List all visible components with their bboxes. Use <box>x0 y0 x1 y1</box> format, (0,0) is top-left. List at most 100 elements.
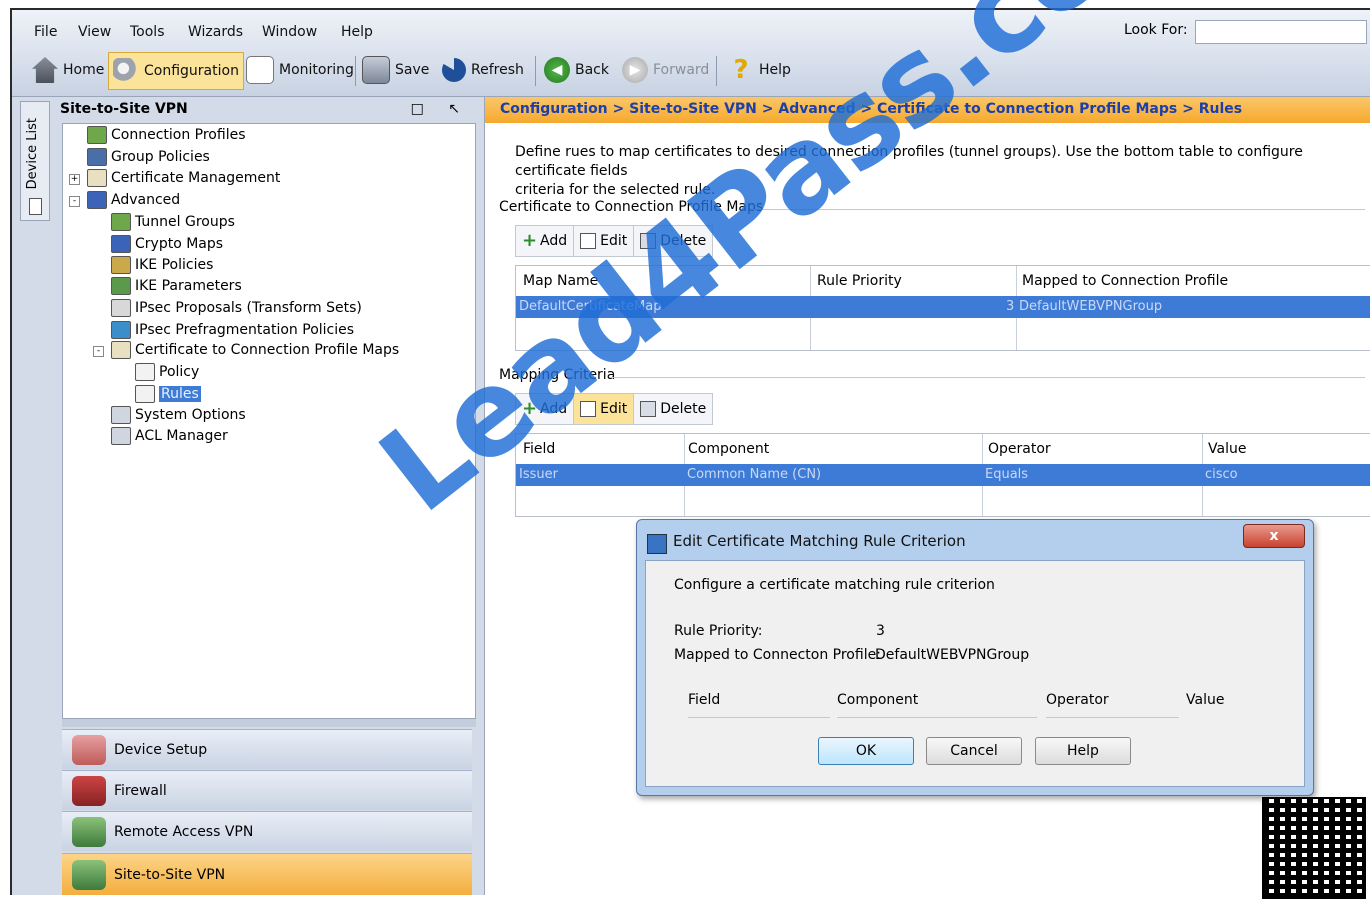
trash-icon <box>640 401 657 417</box>
menu-help[interactable]: Help <box>341 24 373 40</box>
tree-item-ipsec-prefragmentation[interactable]: IPsec Prefragmentation Policies <box>111 321 354 339</box>
menu-file[interactable]: File <box>34 24 57 40</box>
column-header[interactable]: Component <box>688 441 769 457</box>
collapse-icon[interactable]: - <box>93 346 104 357</box>
tree-item-advanced[interactable]: Advanced <box>87 191 180 209</box>
mapped-profile-value: DefaultWEBVPNGroup <box>875 647 1030 663</box>
tree-item-ipsec-proposals[interactable]: IPsec Proposals (Transform Sets) <box>111 299 362 317</box>
criteria-section-title: Mapping Criteria <box>499 367 616 383</box>
mapped-profile-label: Mapped to Connecton Profile: <box>674 647 881 663</box>
tree-item-group-policies[interactable]: Group Policies <box>87 148 210 166</box>
help-icon: ? <box>733 55 749 85</box>
nav-button-label: Device Setup <box>114 741 208 758</box>
tree-item-label: Tunnel Groups <box>135 214 235 230</box>
field-column-label: Field <box>688 692 721 708</box>
site-to-site-vpn-icon <box>72 859 106 890</box>
back-label: Back <box>575 62 609 78</box>
ipsec-proposal-icon <box>111 299 131 317</box>
panel-splitter[interactable] <box>62 719 476 727</box>
monitoring-button[interactable]: Monitoring <box>242 52 358 88</box>
criteria-edit-button[interactable]: Edit <box>574 394 635 424</box>
menu-bar: File View Tools Wizards Window Help Look… <box>12 10 1370 46</box>
tree-item-connection-profiles[interactable]: Connection Profiles <box>87 126 246 144</box>
column-header[interactable]: Rule Priority <box>817 273 902 289</box>
nav-button-site-to-site-vpn[interactable]: Site-to-Site VPN <box>62 853 472 895</box>
tree-item-tunnel-groups[interactable]: Tunnel Groups <box>111 213 235 231</box>
tree-item-label: Crypto Maps <box>135 236 224 252</box>
menu-view[interactable]: View <box>78 24 111 40</box>
column-header[interactable]: Field <box>523 441 555 457</box>
tree-item-label: ACL Manager <box>135 428 228 444</box>
rule-priority-label: Rule Priority: <box>674 623 763 639</box>
breadcrumb[interactable]: Configuration > Site-to-Site VPN > Advan… <box>500 101 1242 117</box>
table-row[interactable]: DefaultCertificateMap 3 DefaultWEBVPNGro… <box>516 296 1370 318</box>
value-column-label: Value <box>1186 692 1225 708</box>
maps-edit-button[interactable]: Edit <box>574 226 635 256</box>
refresh-button[interactable]: Refresh <box>438 52 528 88</box>
tree-item-ike-policies[interactable]: IKE Policies <box>111 256 213 274</box>
tree-item-label: Advanced <box>111 192 181 208</box>
expand-icon[interactable]: + <box>69 174 80 185</box>
nav-button-device-setup[interactable]: Device Setup <box>62 729 472 769</box>
operator-column-label: Operator <box>1046 692 1109 708</box>
device-setup-icon <box>72 734 106 765</box>
close-button[interactable]: x <box>1243 524 1305 548</box>
gears-icon <box>113 58 139 84</box>
help-dialog-button[interactable]: Help <box>1035 737 1131 765</box>
column-header[interactable]: Map Name <box>523 273 598 289</box>
tree-item-crypto-maps[interactable]: Crypto Maps <box>111 235 223 253</box>
tree-item-certificate-management[interactable]: Certificate Management <box>87 169 280 187</box>
key-icon <box>111 256 131 274</box>
nav-button-firewall[interactable]: Firewall <box>62 770 472 810</box>
nav-button-remote-access-vpn[interactable]: Remote Access VPN <box>62 811 472 851</box>
policy-icon <box>135 363 155 381</box>
nav-button-label: Site-to-Site VPN <box>114 866 226 883</box>
column-header[interactable]: Operator <box>988 441 1051 457</box>
forward-button[interactable]: ▶ Forward <box>618 52 713 88</box>
maps-delete-button[interactable]: Delete <box>634 226 712 256</box>
tunnel-group-icon <box>111 213 131 231</box>
tree-item-label: Group Policies <box>111 149 210 165</box>
description-line: Define rues to map certificates to desir… <box>515 144 1303 179</box>
tree-item-system-options[interactable]: System Options <box>111 406 246 424</box>
button-label: Edit <box>600 233 628 249</box>
ok-button[interactable]: OK <box>818 737 914 765</box>
column-header[interactable]: Value <box>1208 441 1246 457</box>
profile-icon <box>87 126 107 144</box>
section-divider <box>753 209 1365 210</box>
cell-operator: Equals <box>985 467 1029 482</box>
collapse-icon[interactable]: - <box>69 196 80 207</box>
tree-item-policy[interactable]: Policy <box>135 363 199 381</box>
page-description: Define rues to map certificates to desir… <box>515 143 1365 200</box>
crypto-map-icon <box>111 235 131 253</box>
component-underline <box>837 717 1037 718</box>
maps-add-button[interactable]: + Add <box>516 226 575 256</box>
column-header[interactable]: Mapped to Connection Profile <box>1022 273 1228 289</box>
tree-item-acl-manager[interactable]: ACL Manager <box>111 427 228 445</box>
nav-tree: Connection Profiles Group Policies + Cer… <box>62 123 476 719</box>
help-button[interactable]: ? Help <box>724 52 795 88</box>
tree-item-ike-parameters[interactable]: IKE Parameters <box>111 277 242 295</box>
save-button[interactable]: Save <box>358 52 433 88</box>
toolbar-separator <box>355 56 356 86</box>
look-for-input[interactable] <box>1195 20 1367 44</box>
back-button[interactable]: ◀ Back <box>540 52 613 88</box>
menu-tools[interactable]: Tools <box>130 24 165 40</box>
device-list-tab[interactable]: Device List <box>20 101 50 221</box>
menu-window[interactable]: Window <box>262 24 317 40</box>
configuration-button[interactable]: Configuration <box>108 52 244 90</box>
rule-priority-value: 3 <box>876 623 885 639</box>
field-underline <box>688 717 830 718</box>
tree-item-label: IPsec Prefragmentation Policies <box>135 322 355 338</box>
criteria-delete-button[interactable]: Delete <box>634 394 712 424</box>
table-row[interactable]: Issuer Common Name (CN) Equals cisco <box>516 464 1370 486</box>
tree-item-cert-to-profile-maps[interactable]: Certificate to Connection Profile Maps <box>111 341 399 359</box>
criteria-add-button[interactable]: + Add <box>516 394 575 424</box>
cancel-button[interactable]: Cancel <box>926 737 1022 765</box>
tree-item-rules[interactable]: Rules <box>135 385 201 403</box>
forward-label: Forward <box>653 62 710 78</box>
home-button[interactable]: Home <box>28 52 108 88</box>
cell-map-name: DefaultCertificateMap <box>519 299 662 314</box>
pin-icons[interactable]: □ ↖ <box>411 101 470 117</box>
menu-wizards[interactable]: Wizards <box>188 24 243 40</box>
